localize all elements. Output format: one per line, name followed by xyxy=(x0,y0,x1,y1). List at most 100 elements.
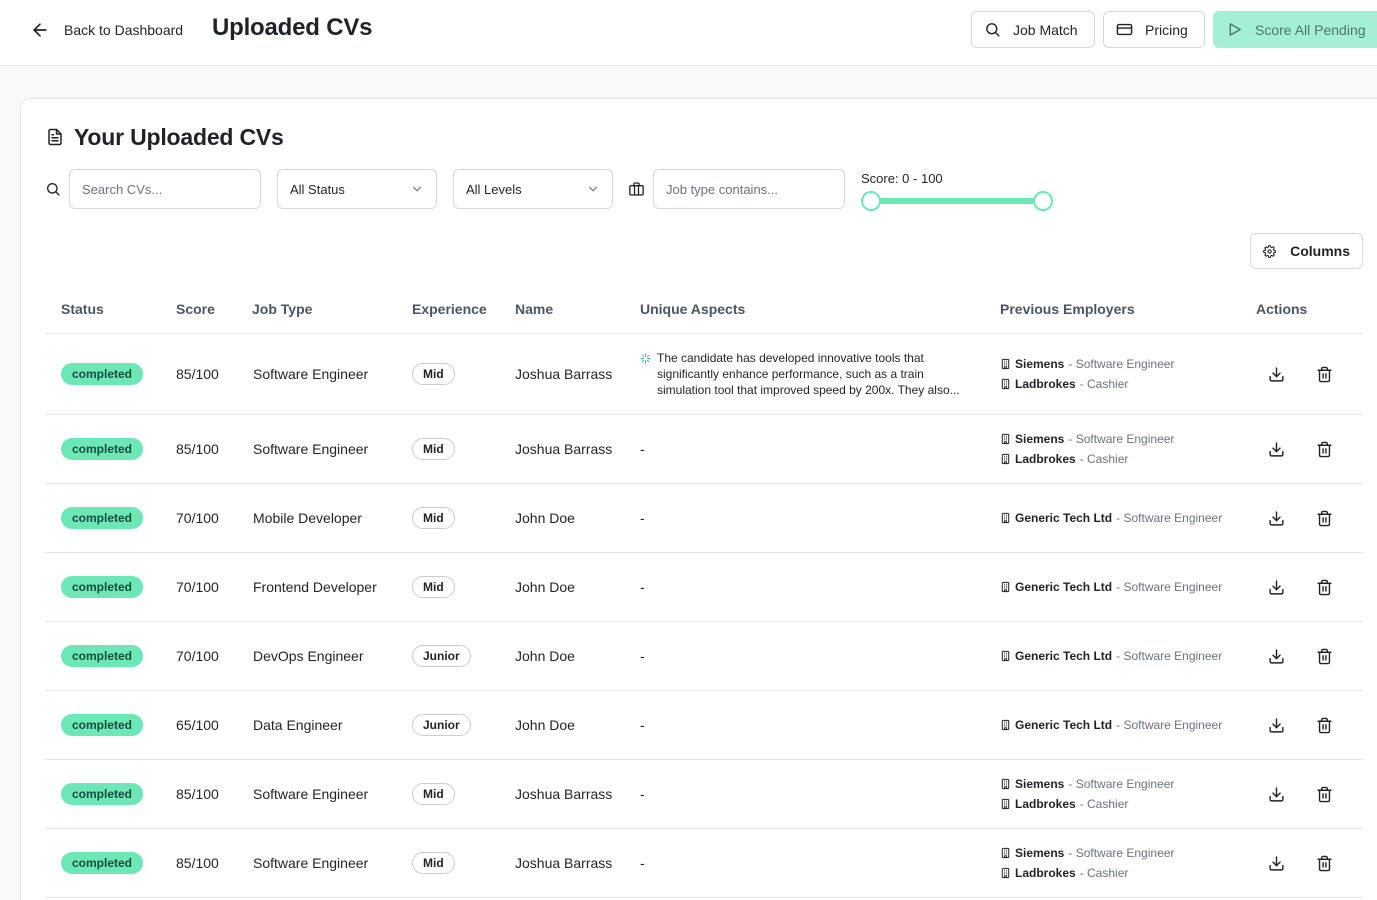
delete-button[interactable] xyxy=(1314,439,1334,459)
score-all-pending-button[interactable]: Score All Pending xyxy=(1213,11,1377,48)
employers-cell: Generic Tech Ltd - Software Engineer xyxy=(1000,648,1222,664)
header-actions: Actions xyxy=(1256,301,1308,317)
score-slider-track[interactable] xyxy=(871,198,1043,204)
briefcase-icon xyxy=(629,182,644,196)
status-filter-select[interactable]: All Status xyxy=(277,169,437,209)
status-cell: completed xyxy=(61,783,144,805)
download-button[interactable] xyxy=(1266,784,1286,804)
employer-item: Siemens - Software Engineer xyxy=(1000,776,1174,792)
search-cvs-input[interactable] xyxy=(69,169,261,209)
header-unique-aspects[interactable]: Unique Aspects xyxy=(640,301,745,317)
table-row[interactable]: completed 85/100 Software Engineer Mid Joshu… xyxy=(45,334,1363,415)
trash-icon xyxy=(1316,648,1332,664)
building-icon xyxy=(1001,719,1010,731)
table-row[interactable]: completed 85/100 Software Engineer Mid Joshu… xyxy=(45,415,1363,484)
download-icon xyxy=(1268,717,1284,733)
table-body: completed 85/100 Software Engineer Mid Joshu… xyxy=(45,334,1363,898)
employer-name: Siemens xyxy=(1015,357,1065,371)
building-icon xyxy=(1001,433,1010,445)
employer-name: Siemens xyxy=(1015,432,1065,446)
table-row[interactable]: completed 70/100 Mobile Developer Mid John D… xyxy=(45,484,1363,553)
status-cell: completed xyxy=(61,507,144,529)
score-cell: 65/100 xyxy=(176,717,219,733)
header-score[interactable]: Score xyxy=(176,301,215,317)
building-icon xyxy=(1001,778,1010,790)
experience-badge: Mid xyxy=(412,783,455,805)
download-button[interactable] xyxy=(1266,853,1286,873)
employer-name: Generic Tech Ltd xyxy=(1015,718,1113,732)
download-button[interactable] xyxy=(1266,715,1286,735)
status-badge: completed xyxy=(61,852,144,874)
pricing-label: Pricing xyxy=(1145,21,1188,38)
table-row[interactable]: completed 70/100 Frontend Developer Mid John… xyxy=(45,553,1363,622)
card-title: Your Uploaded CVs xyxy=(46,122,284,152)
levels-filter-select[interactable]: All Levels xyxy=(453,169,613,209)
download-button[interactable] xyxy=(1266,364,1286,384)
download-icon xyxy=(1268,510,1284,526)
header-job-type[interactable]: Job Type xyxy=(252,301,312,317)
header-name[interactable]: Name xyxy=(515,301,553,317)
job-type-cell: Software Engineer xyxy=(253,441,369,457)
header-status[interactable]: Status xyxy=(61,301,104,317)
delete-button[interactable] xyxy=(1314,508,1334,528)
score-cell: 70/100 xyxy=(176,579,219,595)
file-text-icon xyxy=(48,128,62,146)
employer-role: - Software Engineer xyxy=(1116,718,1223,732)
status-filter-value: All Status xyxy=(290,181,345,197)
pricing-button[interactable]: Pricing xyxy=(1103,11,1205,48)
delete-button[interactable] xyxy=(1314,577,1334,597)
delete-button[interactable] xyxy=(1314,646,1334,666)
filter-search-icon-wrap xyxy=(45,181,61,202)
experience-cell: Mid xyxy=(412,852,455,874)
status-badge: completed xyxy=(61,576,144,598)
delete-button[interactable] xyxy=(1314,715,1334,735)
employer-name: Generic Tech Ltd xyxy=(1015,511,1113,525)
search-icon xyxy=(47,183,60,196)
employers-cell: Generic Tech Ltd - Software Engineer xyxy=(1000,717,1222,733)
download-button[interactable] xyxy=(1266,508,1286,528)
employer-name: Siemens xyxy=(1015,777,1065,791)
employers-cell: Siemens - Software Engineer Ladbrokes - C… xyxy=(1000,431,1174,467)
delete-button[interactable] xyxy=(1314,853,1334,873)
table-row[interactable]: completed 70/100 DevOps Engineer Junior John… xyxy=(45,622,1363,691)
table-row[interactable]: completed 85/100 Software Engineer Mid Joshu… xyxy=(45,829,1363,898)
status-badge: completed xyxy=(61,507,144,529)
building-icon xyxy=(1001,378,1010,390)
delete-button[interactable] xyxy=(1314,784,1334,804)
unique-aspects-cell: - xyxy=(640,717,645,733)
employer-item: Ladbrokes - Cashier xyxy=(1000,796,1174,812)
status-badge: completed xyxy=(61,438,144,460)
status-cell: completed xyxy=(61,852,144,874)
table-row[interactable]: completed 65/100 Data Engineer Junior John D… xyxy=(45,691,1363,760)
columns-button[interactable]: Columns xyxy=(1250,233,1363,269)
experience-badge: Mid xyxy=(412,507,455,529)
employer-item: Generic Tech Ltd - Software Engineer xyxy=(1000,648,1222,664)
score-range-label: Score: 0 - 100 xyxy=(861,171,943,186)
experience-cell: Mid xyxy=(412,783,455,805)
job-type-cell: Software Engineer xyxy=(253,786,369,802)
download-button[interactable] xyxy=(1266,646,1286,666)
unique-aspects-cell: - xyxy=(640,579,645,595)
score-slider-max-handle[interactable] xyxy=(1033,191,1053,211)
employer-role: - Cashier xyxy=(1079,452,1129,466)
header-previous-employers[interactable]: Previous Employers xyxy=(1000,301,1135,317)
unique-aspects-cell: - xyxy=(640,510,645,526)
employer-role: - Software Engineer xyxy=(1116,511,1223,525)
download-button[interactable] xyxy=(1266,577,1286,597)
trash-icon xyxy=(1316,579,1332,595)
credit-card-icon xyxy=(1116,23,1133,36)
employers-cell: Generic Tech Ltd - Software Engineer xyxy=(1000,579,1222,595)
name-cell: Joshua Barrass xyxy=(515,855,613,871)
header-experience[interactable]: Experience xyxy=(412,301,487,317)
back-to-dashboard-link[interactable]: Back to Dashboard xyxy=(30,18,183,42)
top-bar: Back to Dashboard Uploaded CVs Job Match… xyxy=(0,0,1377,66)
job-match-button[interactable]: Job Match xyxy=(971,11,1095,48)
table-row[interactable]: completed 85/100 Software Engineer Mid Joshu… xyxy=(45,760,1363,829)
download-button[interactable] xyxy=(1266,439,1286,459)
experience-badge: Junior xyxy=(412,714,471,736)
employer-name: Ladbrokes xyxy=(1015,797,1076,811)
score-slider-min-handle[interactable] xyxy=(861,191,881,211)
employer-role: - Software Engineer xyxy=(1116,649,1223,663)
delete-button[interactable] xyxy=(1314,364,1334,384)
job-type-input[interactable] xyxy=(653,169,845,209)
